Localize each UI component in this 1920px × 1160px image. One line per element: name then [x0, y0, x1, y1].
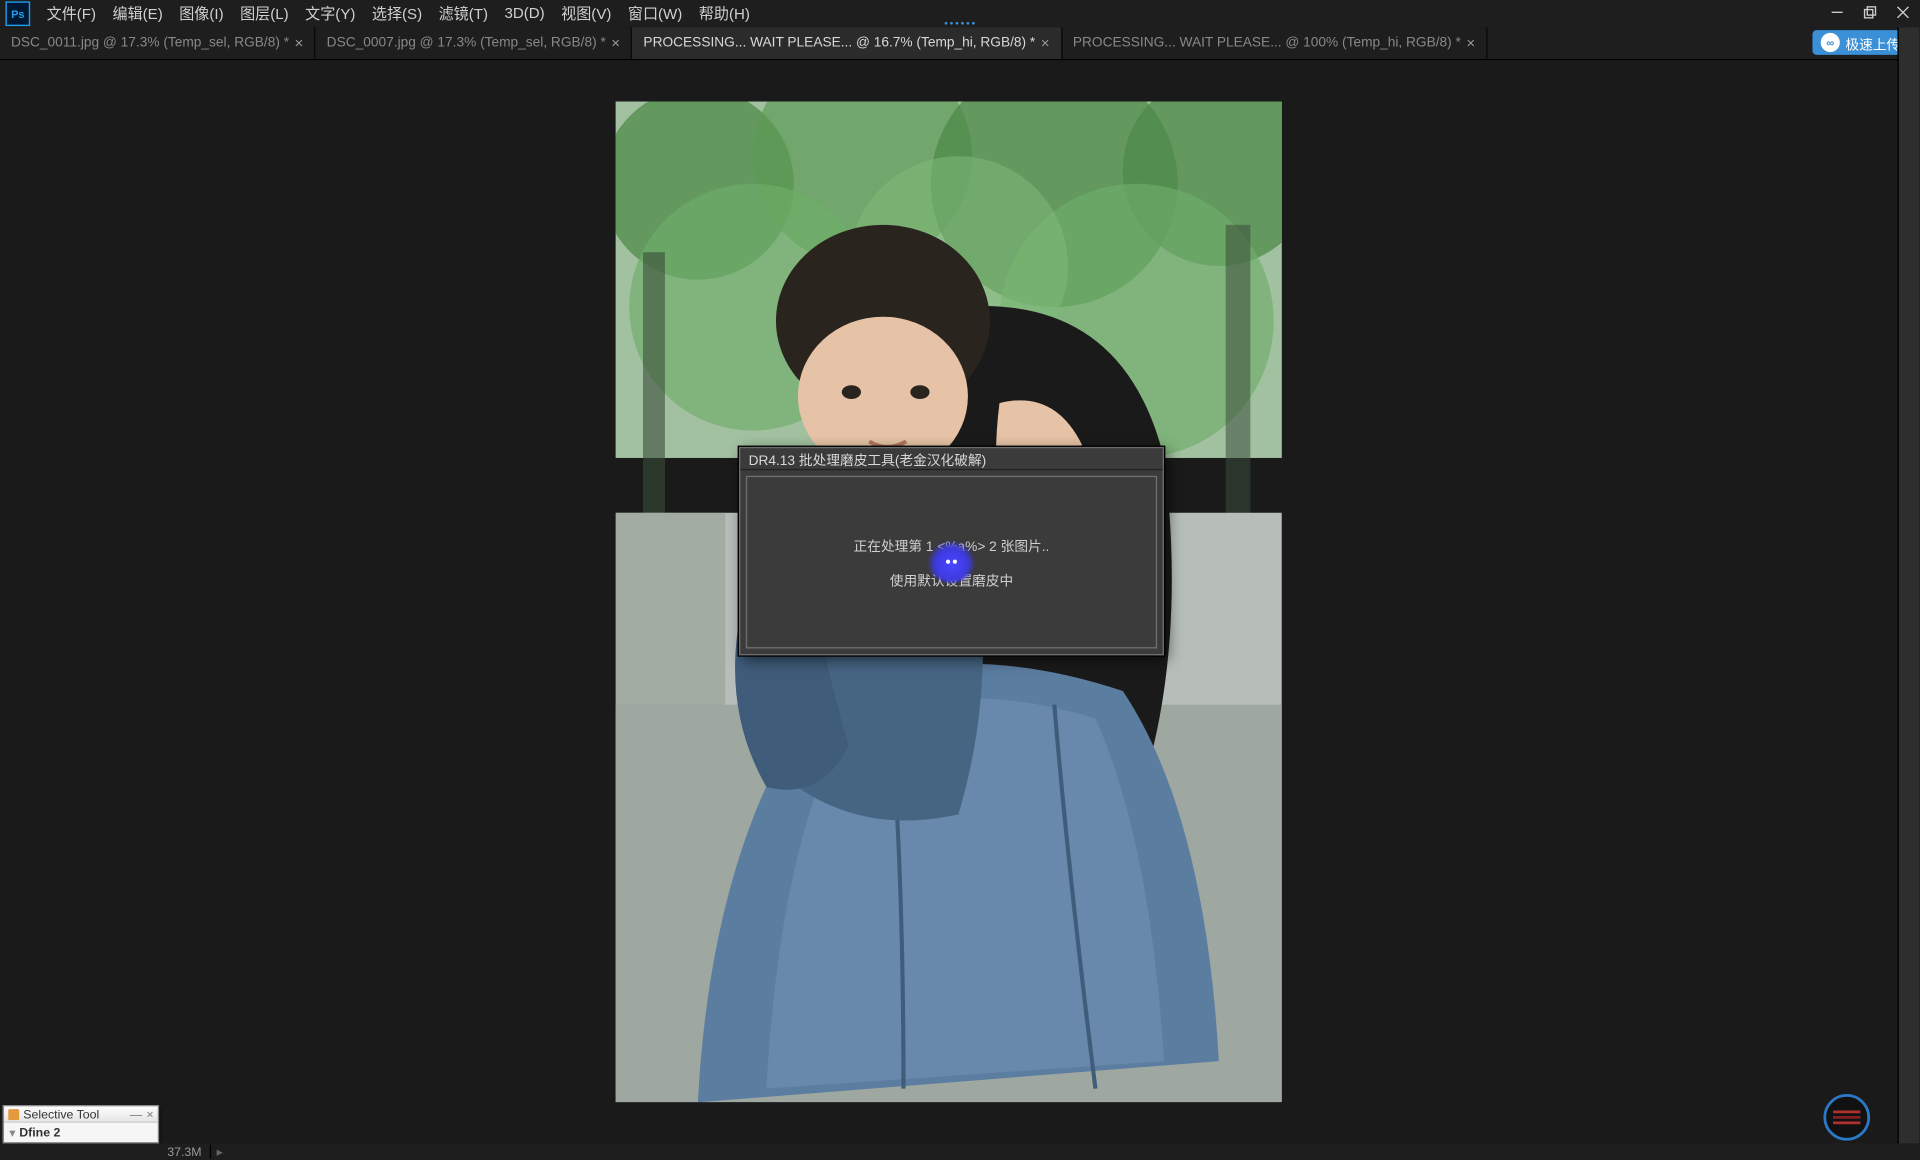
menu-view[interactable]: 视图(V)	[553, 0, 620, 27]
dialog-title[interactable]: DR4.13 批处理磨皮工具(老金汉化破解)	[740, 448, 1162, 470]
cloud-icon: ∞	[1821, 33, 1840, 52]
document-tab[interactable]: PROCESSING... WAIT PLEASE... @ 100% (Tem…	[1062, 27, 1488, 59]
document-tab[interactable]: DSC_0011.jpg @ 17.3% (Temp_sel, RGB/8) *…	[0, 27, 316, 59]
menu-layer[interactable]: 图层(L)	[232, 0, 297, 27]
status-docsize[interactable]: 37.3M	[159, 1145, 211, 1159]
upload-button[interactable]: ∞ 极速上传	[1812, 30, 1908, 55]
dialog-body: 正在处理第 1 <%a%> 2 张图片.. 使用默认设置磨皮中	[746, 476, 1157, 649]
selective-tool-title: Selective Tool	[23, 1107, 99, 1121]
close-icon[interactable]: ×	[1041, 35, 1050, 51]
document-tab[interactable]: PROCESSING... WAIT PLEASE... @ 16.7% (Te…	[632, 27, 1061, 59]
minimize-button[interactable]	[1821, 0, 1854, 25]
selective-tool-titlebar[interactable]: Selective Tool — ×	[4, 1106, 158, 1122]
menu-help[interactable]: 帮助(H)	[691, 0, 759, 27]
grip-dots-icon	[945, 22, 975, 25]
tab-label: PROCESSING... WAIT PLEASE... @ 16.7% (Te…	[643, 36, 1035, 51]
tab-label: DSC_0011.jpg @ 17.3% (Temp_sel, RGB/8) *	[11, 36, 289, 51]
minimize-icon[interactable]: —	[130, 1107, 142, 1121]
watermark-badge	[1823, 1094, 1870, 1141]
document-tab[interactable]: DSC_0007.jpg @ 17.3% (Temp_sel, RGB/8) *…	[316, 27, 633, 59]
processing-dialog: DR4.13 批处理磨皮工具(老金汉化破解) 正在处理第 1 <%a%> 2 张…	[739, 447, 1164, 655]
menu-type[interactable]: 文字(Y)	[297, 0, 364, 27]
menu-file[interactable]: 文件(F)	[38, 0, 104, 27]
chevron-right-icon[interactable]: ▸	[211, 1144, 228, 1159]
close-icon[interactable]: ×	[611, 35, 620, 51]
app-small-icon	[8, 1108, 19, 1119]
close-icon[interactable]: ×	[1466, 35, 1475, 51]
menu-image[interactable]: 图像(I)	[171, 0, 232, 27]
tab-label: PROCESSING... WAIT PLEASE... @ 100% (Tem…	[1073, 36, 1461, 51]
restore-button[interactable]	[1854, 0, 1887, 25]
selective-tool-window[interactable]: Selective Tool — × ▾ Dfine 2	[3, 1105, 159, 1143]
menu-3d[interactable]: 3D(D)	[496, 3, 553, 25]
close-button[interactable]	[1886, 0, 1919, 25]
menu-edit[interactable]: 编辑(E)	[104, 0, 171, 27]
selective-tool-body[interactable]: ▾ Dfine 2	[4, 1123, 158, 1142]
close-icon[interactable]: ×	[146, 1107, 153, 1121]
menu-window[interactable]: 窗口(W)	[620, 0, 691, 27]
window-controls	[1821, 0, 1920, 25]
status-bar: 37.3M ▸	[0, 1143, 1919, 1159]
close-icon[interactable]: ×	[295, 35, 304, 51]
upload-label: 极速上传	[1845, 32, 1900, 53]
selective-tool-plugin: Dfine 2	[19, 1126, 60, 1140]
cursor-eyes-icon	[946, 560, 957, 564]
document-tab-bar: DSC_0011.jpg @ 17.3% (Temp_sel, RGB/8) *…	[0, 27, 1919, 60]
chevron-down-icon: ▾	[10, 1126, 16, 1138]
tab-label: DSC_0007.jpg @ 17.3% (Temp_sel, RGB/8) *	[327, 36, 606, 51]
menu-filter[interactable]: 滤镜(T)	[430, 0, 496, 27]
app-logo: Ps	[5, 1, 30, 26]
menu-select[interactable]: 选择(S)	[364, 0, 431, 27]
panel-rail[interactable]	[1897, 27, 1919, 1143]
